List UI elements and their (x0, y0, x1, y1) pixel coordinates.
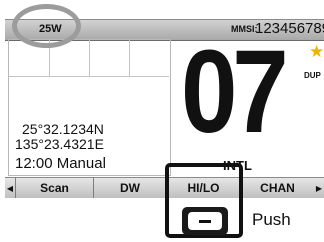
softkey-chan[interactable]: CHAN (240, 178, 314, 198)
channel-number: 07 (181, 26, 289, 158)
grid-divider (9, 76, 169, 77)
power-highlight-ring (12, 4, 81, 48)
key-face (188, 212, 222, 230)
longitude: 135°23.4321E (15, 136, 104, 152)
position-panel: 25°32.1234N 135°23.4321E 12:00 Manual (8, 39, 171, 176)
scroll-left-icon[interactable]: ◀ (5, 178, 15, 198)
latitude: 25°32.1234N (22, 121, 104, 137)
push-instruction: Push (252, 210, 291, 229)
hardware-softkey-button[interactable] (182, 207, 228, 235)
softkey-dw[interactable]: DW (93, 178, 166, 198)
scroll-right-icon[interactable]: ▶ (314, 178, 324, 198)
duplex-indicator: DUP (304, 71, 321, 80)
key-dash-icon (199, 220, 211, 223)
favorite-star-icon: ★ (309, 42, 324, 61)
time-readout: 12:00 Manual (15, 155, 106, 172)
softkey-scan[interactable]: Scan (15, 178, 93, 198)
grid-divider (129, 40, 130, 76)
grid-divider (89, 40, 90, 76)
